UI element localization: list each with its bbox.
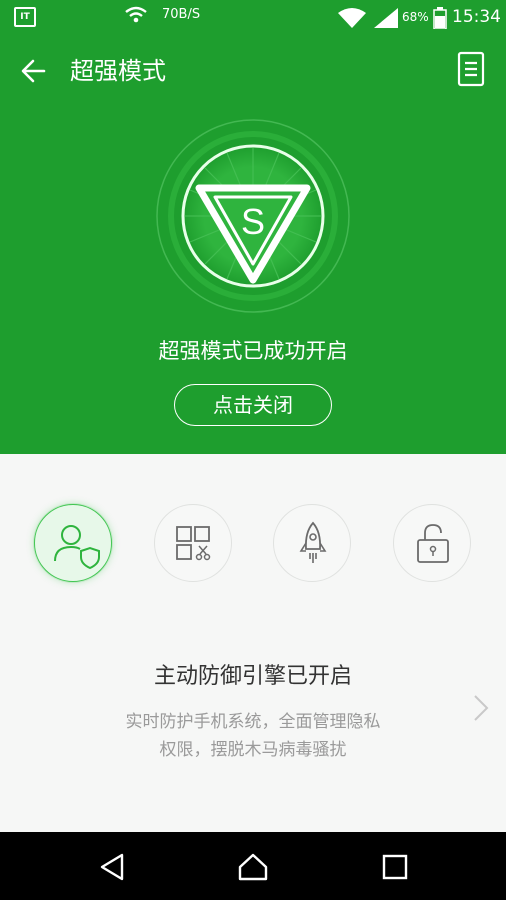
- back-triangle-icon[interactable]: [96, 850, 130, 884]
- clock: 15:34: [452, 7, 501, 27]
- network-speed: 70B/S: [162, 7, 201, 22]
- document-list-icon[interactable]: [454, 50, 488, 88]
- battery-percent: 68%: [402, 10, 429, 24]
- super-mode-shield-icon: S: [156, 119, 350, 313]
- battery-icon: [433, 7, 447, 29]
- user-shield-icon: [54, 525, 100, 570]
- feature-title: 主动防御引擎已开启: [153, 664, 352, 689]
- header-panel: 超强模式 S 超强模式已成功开启 点击关闭: [0, 34, 506, 454]
- chevron-right-icon[interactable]: [470, 690, 492, 726]
- feature-description-line1: 实时防护手机系统，全面管理隐私: [125, 712, 381, 732]
- recent-apps-icon[interactable]: [378, 850, 412, 884]
- rocket-icon: [299, 521, 327, 563]
- feature-permission-lock[interactable]: [393, 504, 471, 582]
- unlock-icon: [417, 524, 449, 563]
- feature-active-defense[interactable]: [34, 504, 112, 582]
- status-bar: IT 70B/S 68% 15:34: [0, 0, 506, 34]
- features-panel: 主动防御引擎已开启 实时防护手机系统，全面管理隐私 权限，摆脱木马病毒骚扰: [0, 454, 506, 832]
- home-icon[interactable]: [236, 850, 270, 884]
- feature-app-manager[interactable]: [154, 504, 232, 582]
- feature-speed-boost[interactable]: [273, 504, 351, 582]
- feature-description: 实时防护手机系统，全面管理隐私 权限，摆脱木马病毒骚扰: [96, 708, 410, 764]
- wifi-signal-icon: [338, 8, 366, 28]
- back-arrow-icon[interactable]: [18, 54, 52, 88]
- feature-description-line2: 权限，摆脱木马病毒骚扰: [159, 740, 347, 760]
- app-manage-icon: [176, 526, 211, 561]
- cellular-signal-icon: [374, 8, 398, 28]
- mode-status-text: 超强模式已成功开启: [158, 339, 348, 363]
- system-nav-bar: [0, 832, 506, 900]
- page-title: 超强模式: [70, 57, 166, 85]
- close-mode-button[interactable]: 点击关闭: [174, 384, 332, 426]
- hero-letter: S: [241, 201, 265, 242]
- notification-icon: IT: [14, 7, 36, 27]
- wifi-icon: [125, 6, 147, 23]
